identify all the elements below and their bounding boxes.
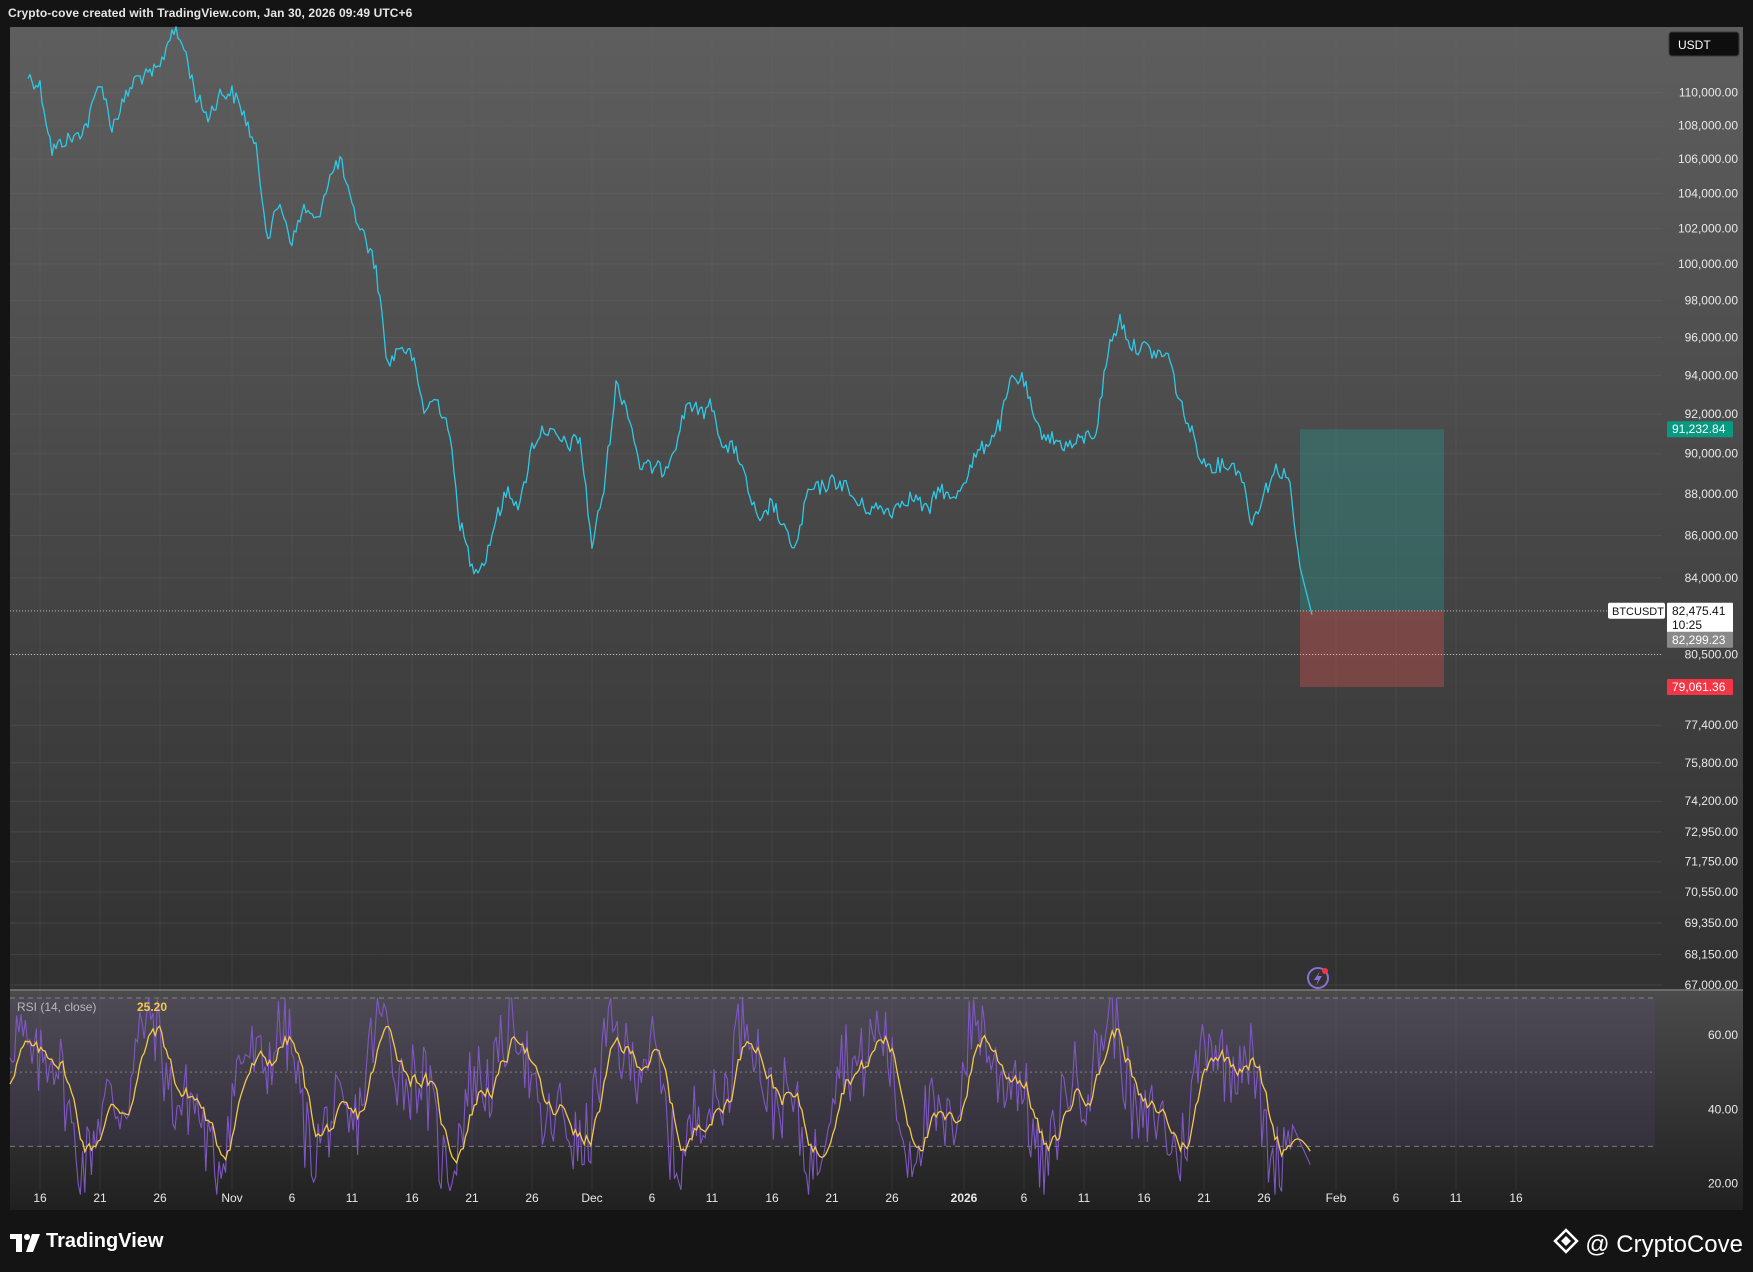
x-tick-label: 21 bbox=[825, 1191, 839, 1205]
x-tick-label: Nov bbox=[221, 1191, 242, 1205]
x-tick-label: Dec bbox=[581, 1191, 602, 1205]
y-tick-label: 110,000.00 bbox=[1679, 85, 1738, 99]
rsi-tick-label: 20.00 bbox=[1708, 1176, 1738, 1190]
y-tick-label: 108,000.00 bbox=[1678, 118, 1738, 132]
take-profit-price-label: 91,232.84 bbox=[1672, 422, 1726, 436]
y-tick-label: 96,000.00 bbox=[1685, 331, 1739, 345]
x-tick-label: 6 bbox=[289, 1191, 296, 1205]
y-tick-label: 104,000.00 bbox=[1678, 186, 1738, 200]
rsi-tick-label: 40.00 bbox=[1708, 1102, 1738, 1116]
x-tick-label: 21 bbox=[1197, 1191, 1211, 1205]
cryptocove-brand: @ CryptoCove bbox=[1553, 1228, 1743, 1261]
x-tick-label: 16 bbox=[405, 1191, 419, 1205]
x-tick-label: 21 bbox=[465, 1191, 479, 1205]
y-tick-label: 84,000.00 bbox=[1685, 571, 1739, 585]
x-tick-label: 16 bbox=[765, 1191, 779, 1205]
take-profit-zone[interactable] bbox=[1300, 429, 1444, 611]
y-tick-label: 67,000.00 bbox=[1685, 978, 1739, 992]
y-tick-label: 94,000.00 bbox=[1685, 368, 1739, 382]
y-tick-label: 100,000.00 bbox=[1678, 257, 1738, 271]
y-tick-label: 106,000.00 bbox=[1678, 152, 1738, 166]
x-tick-label: 6 bbox=[1021, 1191, 1028, 1205]
x-tick-label: 16 bbox=[33, 1191, 47, 1205]
x-tick-label: 11 bbox=[346, 1191, 359, 1205]
rsi-tick-label: 60.00 bbox=[1708, 1028, 1738, 1042]
y-tick-label: 86,000.00 bbox=[1685, 529, 1739, 543]
y-tick-label: 98,000.00 bbox=[1685, 293, 1739, 307]
x-tick-label: 26 bbox=[525, 1191, 539, 1205]
y-tick-label: 90,000.00 bbox=[1685, 447, 1739, 461]
tradingview-logo[interactable]: TradingView bbox=[10, 1230, 163, 1253]
x-tick-label: 16 bbox=[1509, 1191, 1523, 1205]
y-tick-label: 71,750.00 bbox=[1685, 855, 1739, 869]
position-tool[interactable] bbox=[1300, 429, 1444, 687]
brand-text: @ CryptoCove bbox=[1585, 1230, 1743, 1258]
y-tick-label: 74,200.00 bbox=[1685, 794, 1739, 808]
y-tick-label: 102,000.00 bbox=[1678, 221, 1738, 235]
low-price-label: 82,299.23 bbox=[1672, 633, 1726, 647]
y-tick-label: 80,500.00 bbox=[1685, 648, 1739, 662]
usdt-currency-button[interactable]: USDT bbox=[1668, 31, 1740, 57]
x-tick-label: 26 bbox=[1257, 1191, 1271, 1205]
y-tick-label: 69,350.00 bbox=[1685, 916, 1739, 930]
y-tick-label: 75,800.00 bbox=[1685, 756, 1739, 770]
diamond-icon bbox=[1553, 1228, 1580, 1261]
x-tick-label: 2026 bbox=[951, 1191, 978, 1205]
x-tick-label: 21 bbox=[93, 1191, 107, 1205]
rsi-title: RSI (14, close) bbox=[17, 1000, 96, 1014]
x-tick-label: 26 bbox=[885, 1191, 899, 1205]
current-price-value: 82,475.41 bbox=[1672, 604, 1726, 618]
x-tick-label: 6 bbox=[649, 1191, 656, 1205]
x-tick-label: 11 bbox=[706, 1191, 719, 1205]
tradingview-logo-icon bbox=[10, 1233, 40, 1252]
currency-label: USDT bbox=[1678, 38, 1711, 52]
y-tick-label: 68,150.00 bbox=[1685, 947, 1739, 961]
y-tick-label: 70,550.00 bbox=[1685, 885, 1739, 899]
y-tick-label: 77,400.00 bbox=[1685, 718, 1739, 732]
rsi-value: 25.20 bbox=[137, 1000, 167, 1014]
countdown-value: 10:25 bbox=[1672, 618, 1702, 632]
x-tick-label: 11 bbox=[1078, 1191, 1091, 1205]
x-tick-label: 6 bbox=[1393, 1191, 1400, 1205]
tradingview-logo-text: TradingView bbox=[46, 1230, 164, 1252]
stop-loss-zone[interactable] bbox=[1300, 610, 1444, 687]
trading-chart[interactable]: 110,000.00 108,000.00 106,000.00 104,000.00… bbox=[0, 0, 1753, 1272]
y-tick-label: 72,950.00 bbox=[1685, 825, 1739, 839]
stop-loss-price-label: 79,061.36 bbox=[1672, 680, 1726, 694]
y-tick-label: 92,000.00 bbox=[1685, 407, 1739, 421]
y-tick-label: 88,000.00 bbox=[1685, 487, 1739, 501]
symbol-label: BTCUSDT bbox=[1612, 606, 1664, 618]
x-tick-label: 16 bbox=[1137, 1191, 1151, 1205]
x-tick-label: 11 bbox=[1450, 1191, 1463, 1205]
x-tick-label: Feb bbox=[1326, 1191, 1347, 1205]
x-tick-label: 26 bbox=[153, 1191, 167, 1205]
